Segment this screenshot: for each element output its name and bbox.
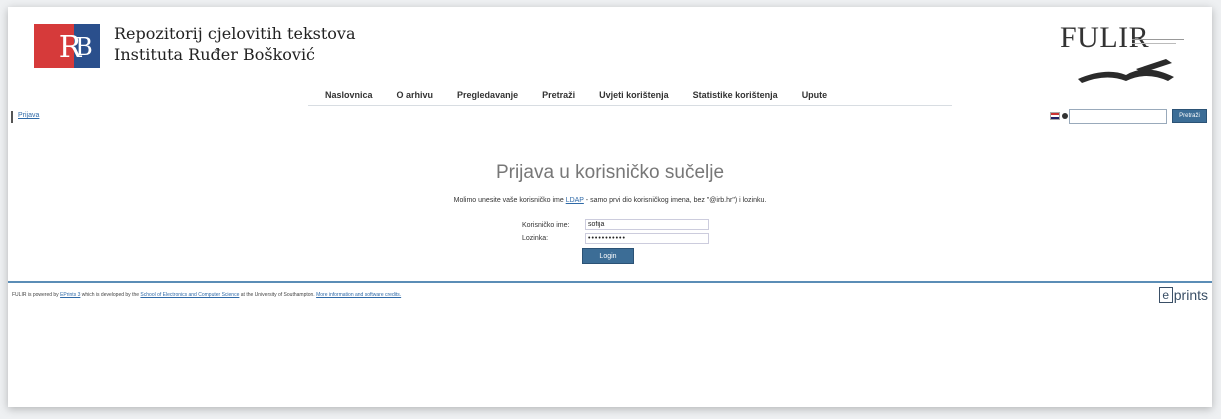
menu-item-statistike-koristenja[interactable]: Statistike korištenja <box>681 87 790 103</box>
site-title-line2: Instituta Ruđer Bošković <box>114 45 316 64</box>
password-input[interactable] <box>585 233 709 244</box>
footer-text-part: FULIR is powered by <box>12 292 61 298</box>
username-label: Korisničko ime: <box>522 222 570 229</box>
search-input[interactable] <box>1069 109 1167 124</box>
english-flag-icon[interactable] <box>1050 112 1060 120</box>
footer-text: FULIR is powered by EPrints 3 which is d… <box>12 292 401 298</box>
instructions-text: - samo prvi dio korisničkog imena, bez "… <box>583 197 767 204</box>
book-icon <box>1078 59 1174 83</box>
language-flags <box>1050 112 1068 120</box>
menu-item-o-arhivu[interactable]: O arhivu <box>385 87 446 103</box>
fulir-logo[interactable]: FULIR <box>1060 21 1190 85</box>
menu-divider <box>308 105 952 106</box>
username-input[interactable] <box>585 219 709 230</box>
eprints-logo[interactable]: e prints <box>1158 287 1208 303</box>
instructions-text: Molimo unesite vaše korisničko ime <box>453 197 566 204</box>
svg-text:B: B <box>75 33 93 61</box>
fulir-logo-subline <box>1132 43 1176 44</box>
rb-logo[interactable]: R B <box>34 24 100 68</box>
eprints-link[interactable]: EPrints 3 <box>60 292 80 298</box>
breadcrumb-marker <box>11 111 13 123</box>
footer-divider <box>8 281 1212 283</box>
footer-text-part: which is developed by the <box>80 292 141 298</box>
eprints-e-icon: e <box>1158 287 1173 303</box>
login-button[interactable]: Login <box>582 248 634 264</box>
credits-link[interactable]: More information and software credits. <box>316 292 401 298</box>
eprints-logo-text: prints <box>1173 287 1208 303</box>
browser-frame: R B Repozitorij cjelovitih tekstova Inst… <box>8 7 1212 407</box>
fulir-logo-subline <box>1132 39 1184 40</box>
login-instructions: Molimo unesite vaše korisničko ime LDAP … <box>8 197 1212 204</box>
ldap-link[interactable]: LDAP <box>566 197 584 204</box>
site-title[interactable]: Repozitorij cjelovitih tekstova Institut… <box>114 23 356 65</box>
fulir-logo-text: FULIR <box>1060 21 1150 54</box>
menu-item-uvjeti-koristenja[interactable]: Uvjeti korištenja <box>587 87 681 103</box>
page-title: Prijava u korisničko sučelje <box>495 161 725 183</box>
menu-item-pretrazi[interactable]: Pretraži <box>530 87 587 103</box>
breadcrumb[interactable]: Prijava <box>18 112 39 119</box>
menu-item-naslovnica[interactable]: Naslovnica <box>313 87 385 103</box>
site-title-line1: Repozitorij cjelovitih tekstova <box>114 24 356 43</box>
search-button[interactable]: Pretraži <box>1172 109 1207 123</box>
footer-text-part: at the University of Southampton. <box>239 292 317 298</box>
croatian-flag-icon[interactable] <box>1062 113 1068 119</box>
ecs-link[interactable]: School of Electronics and Computer Scien… <box>140 292 239 298</box>
password-label: Lozinka: <box>522 235 549 242</box>
main-menu: Naslovnica O arhivu Pregledavanje Pretra… <box>313 87 839 103</box>
menu-item-upute[interactable]: Upute <box>790 87 840 103</box>
menu-item-pregledavanje[interactable]: Pregledavanje <box>445 87 530 103</box>
